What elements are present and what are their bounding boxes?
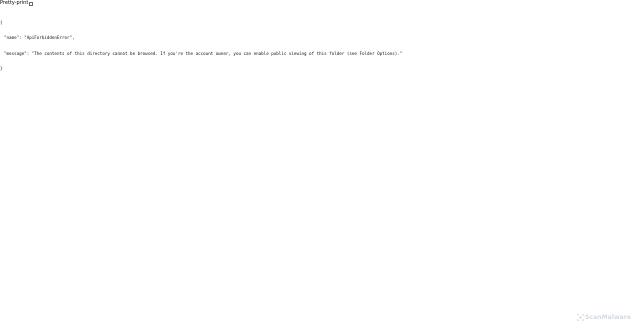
scan-malware-logo-icon <box>577 314 584 321</box>
pretty-print-bar: Pretty-print <box>0 0 34 7</box>
watermark: ScanMalware <box>577 314 631 321</box>
watermark-text: ScanMalware <box>585 314 631 321</box>
json-view: { "name": "ApiForbiddenError", "message"… <box>0 10 402 76</box>
json-open-brace: { <box>0 20 3 26</box>
json-close-brace: } <box>0 66 3 72</box>
pretty-print-checkbox[interactable] <box>29 1 34 6</box>
json-message-text: "message": "The contents of this directo… <box>4 50 403 56</box>
json-line-name: "name": "ApiForbiddenError", <box>0 35 402 40</box>
json-name-text: "name": "ApiForbiddenError", <box>4 35 75 41</box>
json-line-message: "message": "The contents of this directo… <box>0 51 402 56</box>
pretty-print-label: Pretty-print <box>0 0 29 6</box>
